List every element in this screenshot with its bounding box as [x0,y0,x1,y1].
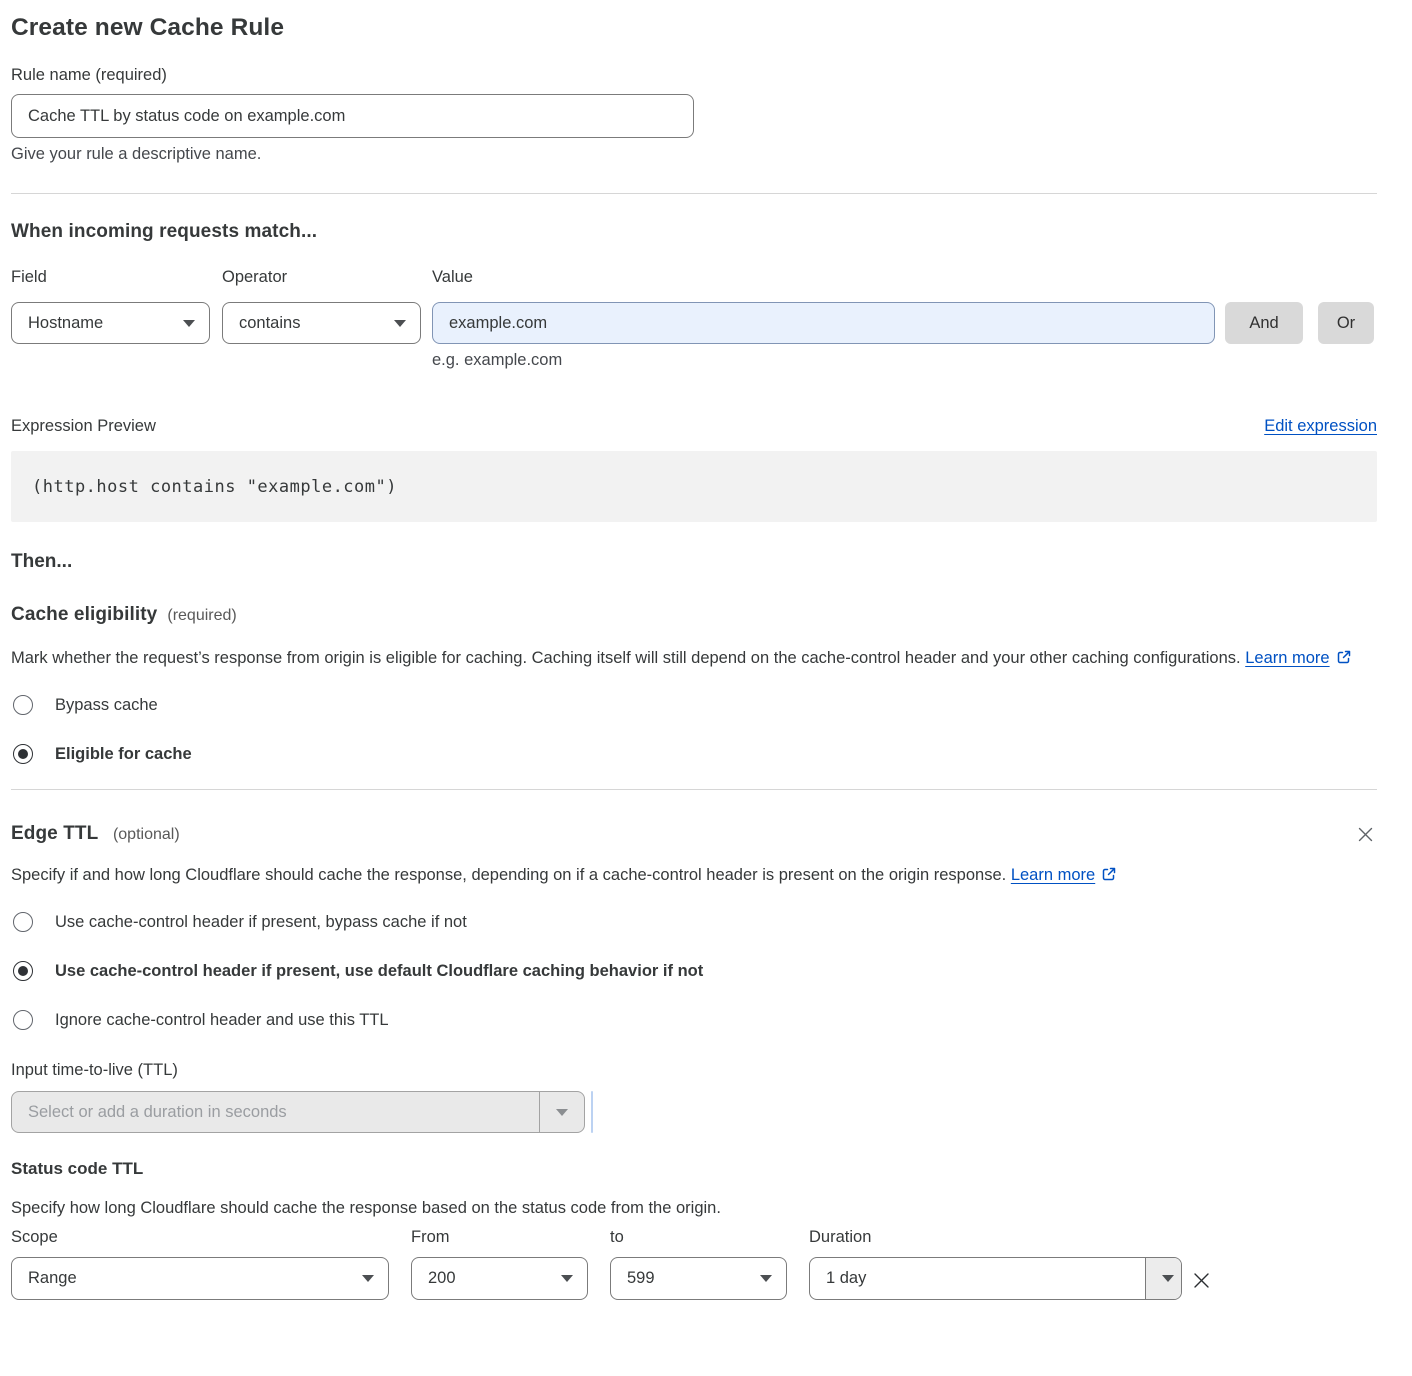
edge-ttl-option-default-label: Use cache-control header if present, use… [55,962,703,981]
scope-select-value: Range [28,1269,77,1288]
to-label: to [610,1228,787,1247]
eligible-for-cache-radio[interactable] [13,744,33,764]
edge-ttl-optional-tag: (optional) [113,826,180,843]
status-code-ttl-description: Specify how long Cloudflare should cache… [11,1199,1377,1218]
from-label: From [411,1228,588,1247]
operator-label: Operator [222,268,432,287]
operator-select-value: contains [239,314,300,333]
match-heading: When incoming requests match... [11,221,1377,243]
section-divider [11,193,1377,194]
rule-name-input[interactable] [11,94,694,138]
from-select[interactable]: 200 [411,1257,588,1300]
expression-preview-box: (http.host contains "example.com") [11,451,1377,522]
section-divider [11,789,1377,790]
edge-ttl-heading-row: Edge TTL (optional) [11,823,1377,846]
match-controls-row: Hostname contains And Or [11,302,1377,344]
external-link-icon [1101,863,1117,891]
edge-ttl-heading: Edge TTL [11,823,98,844]
bypass-cache-option[interactable]: Bypass cache [13,695,1377,715]
remove-rule-row-icon[interactable] [1186,1265,1217,1296]
field-label: Field [11,268,222,287]
field-select[interactable]: Hostname [11,302,210,344]
chevron-down-icon [183,320,195,327]
rule-name-helper: Give your rule a descriptive name. [11,145,1377,164]
edge-ttl-option-default[interactable]: Use cache-control header if present, use… [13,961,1377,981]
and-button[interactable]: And [1225,302,1303,344]
edit-expression-link[interactable]: Edit expression [1264,417,1377,436]
value-label: Value [432,268,473,287]
expression-header-row: Expression Preview Edit expression [11,417,1377,436]
close-icon[interactable] [1354,823,1377,846]
chevron-down-icon [561,1275,573,1282]
to-select-value: 599 [627,1269,655,1288]
ttl-duration-dropdown-button[interactable] [539,1092,584,1132]
field-select-value: Hostname [28,314,103,333]
from-select-value: 200 [428,1269,456,1288]
ttl-duration-placeholder: Select or add a duration in seconds [12,1092,539,1132]
focus-caret [591,1091,593,1133]
edge-ttl-option-ignore-label: Ignore cache-control header and use this… [55,1011,389,1030]
chevron-down-icon [394,320,406,327]
edge-ttl-learn-more-link[interactable]: Learn more [1011,866,1095,884]
match-labels-row: Field Operator Value [11,268,1377,287]
ttl-input-label: Input time-to-live (TTL) [11,1061,1377,1080]
chevron-down-icon [556,1109,568,1116]
scope-select[interactable]: Range [11,1257,389,1300]
create-cache-rule-form: Create new Cache Rule Rule name (require… [0,0,1412,1320]
page-title: Create new Cache Rule [11,14,1377,42]
bypass-cache-label: Bypass cache [55,696,158,715]
status-code-ttl-heading: Status code TTL [11,1159,1377,1179]
cache-eligibility-heading-row: Cache eligibility (required) [11,604,1377,626]
value-helper: e.g. example.com [432,351,1377,370]
value-input[interactable] [432,302,1215,344]
cache-eligibility-description: Mark whether the request’s response from… [11,644,1356,674]
edge-ttl-option-bypass-label: Use cache-control header if present, byp… [55,913,467,932]
ttl-duration-select[interactable]: Select or add a duration in seconds [11,1091,585,1133]
chevron-down-icon [362,1275,374,1282]
operator-select[interactable]: contains [222,302,421,344]
eligible-for-cache-label: Eligible for cache [55,745,192,764]
status-code-ttl-row: Scope Range From 200 to 599 Duration 1 d… [11,1228,1377,1300]
chevron-down-icon [760,1275,772,1282]
duration-select[interactable]: 1 day [809,1257,1182,1300]
duration-label: Duration [809,1228,1182,1247]
edge-ttl-radio-default[interactable] [13,961,33,981]
edge-ttl-radio-bypass[interactable] [13,912,33,932]
expression-preview-label: Expression Preview [11,417,156,436]
cache-eligibility-heading: Cache eligibility [11,604,157,626]
edge-ttl-description: Specify if and how long Cloudflare shoul… [11,861,1121,891]
edge-ttl-option-bypass[interactable]: Use cache-control header if present, byp… [13,912,1377,932]
cache-eligibility-required-tag: (required) [167,607,236,625]
eligible-for-cache-option[interactable]: Eligible for cache [13,744,1377,764]
edge-ttl-radio-ignore[interactable] [13,1010,33,1030]
or-button[interactable]: Or [1318,302,1374,344]
cache-eligibility-learn-more-link[interactable]: Learn more [1245,649,1329,667]
bypass-cache-radio[interactable] [13,695,33,715]
expression-code: (http.host contains "example.com") [32,477,397,497]
to-select[interactable]: 599 [610,1257,787,1300]
edge-ttl-option-ignore[interactable]: Ignore cache-control header and use this… [13,1010,1377,1030]
rule-name-label: Rule name (required) [11,66,1377,85]
external-link-icon [1336,646,1352,674]
duration-dropdown-button[interactable] [1145,1258,1181,1299]
then-heading: Then... [11,551,1377,573]
duration-select-value: 1 day [810,1258,1145,1299]
ttl-combo-row: Select or add a duration in seconds [11,1091,1377,1133]
scope-label: Scope [11,1228,389,1247]
chevron-down-icon [1162,1275,1174,1282]
